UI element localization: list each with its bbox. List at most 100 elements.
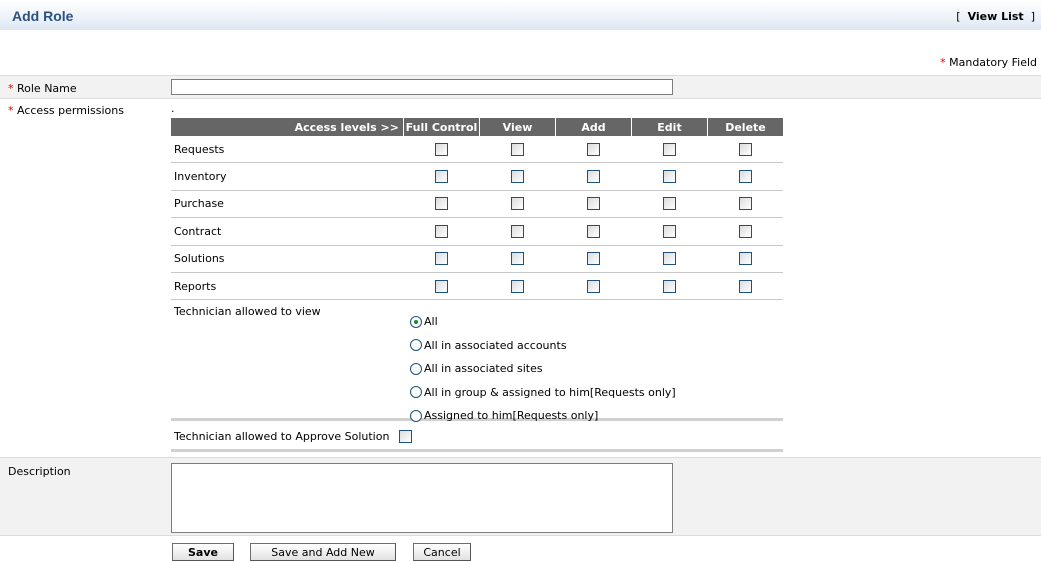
permission-cell — [403, 142, 479, 156]
add-checkbox[interactable] — [586, 142, 600, 156]
permission-cell — [707, 279, 783, 293]
permission-row: Reports — [171, 273, 783, 301]
edit-checkbox[interactable] — [662, 224, 676, 238]
view-checkbox[interactable] — [510, 224, 524, 238]
save-button[interactable]: Save — [172, 543, 234, 561]
permission-cell — [707, 170, 783, 184]
permission-cell — [479, 142, 555, 156]
permission-cell — [403, 224, 479, 238]
view-checkbox[interactable] — [510, 197, 524, 211]
approve-solution-row: Technician allowed to Approve Solution — [171, 424, 783, 452]
technician-view-option-label: All — [424, 315, 438, 329]
technician-view-option[interactable]: All in associated sites — [410, 357, 676, 381]
approve-solution-label: Technician allowed to Approve Solution — [174, 430, 390, 443]
radio-button[interactable] — [410, 386, 422, 399]
edit-checkbox[interactable] — [662, 197, 676, 211]
technician-view-option[interactable]: All in associated accounts — [410, 334, 676, 358]
permission-row: Requests — [171, 136, 783, 164]
full-control-checkbox[interactable] — [434, 170, 448, 184]
page-title: Add Role — [12, 8, 74, 24]
permission-row: Contract — [171, 218, 783, 246]
permission-cell — [707, 252, 783, 266]
edit-checkbox[interactable] — [662, 170, 676, 184]
view-checkbox[interactable] — [510, 170, 524, 184]
delete-checkbox[interactable] — [738, 197, 752, 211]
mandatory-field-text: Mandatory Field — [949, 56, 1037, 69]
radio-button[interactable] — [410, 339, 422, 352]
cancel-button[interactable]: Cancel — [413, 543, 471, 561]
full-control-checkbox[interactable] — [434, 142, 448, 156]
permission-cell — [403, 252, 479, 266]
access-dot: . — [171, 102, 175, 115]
permission-cell — [631, 170, 707, 184]
role-name-row: * Role Name — [0, 75, 1041, 99]
permission-cell — [555, 279, 631, 293]
technician-view-option[interactable]: All in group & assigned to him[Requests … — [410, 381, 676, 405]
delete-checkbox[interactable] — [738, 252, 752, 266]
radio-button[interactable] — [410, 409, 422, 422]
add-checkbox[interactable] — [586, 252, 600, 266]
permission-cell — [555, 170, 631, 184]
permission-row-label: Inventory — [174, 170, 227, 184]
edit-checkbox[interactable] — [662, 252, 676, 266]
view-checkbox[interactable] — [510, 279, 524, 293]
radio-button[interactable] — [410, 315, 422, 328]
column-header-edit: Edit — [631, 118, 707, 136]
permission-cell — [555, 224, 631, 238]
view-checkbox[interactable] — [510, 142, 524, 156]
page-header: Add Role [ View List ] — [0, 0, 1041, 30]
add-checkbox[interactable] — [586, 224, 600, 238]
permission-cell — [707, 142, 783, 156]
mandatory-field-note: * Mandatory Field — [940, 56, 1037, 69]
permission-cell — [479, 279, 555, 293]
column-header-add: Add — [555, 118, 631, 136]
view-list-link[interactable]: View List — [968, 10, 1024, 23]
permission-cell — [555, 197, 631, 211]
view-checkbox[interactable] — [510, 252, 524, 266]
access-table-header: Access levels >> Full Control View Add E… — [171, 118, 783, 136]
column-header-full-control: Full Control — [403, 118, 479, 136]
add-checkbox[interactable] — [586, 279, 600, 293]
full-control-checkbox[interactable] — [434, 279, 448, 293]
permission-cell — [631, 224, 707, 238]
delete-checkbox[interactable] — [738, 170, 752, 184]
permission-cell — [555, 142, 631, 156]
full-control-checkbox[interactable] — [434, 252, 448, 266]
technician-view-option-label: Assigned to him[Requests only] — [424, 409, 599, 423]
permission-cell — [479, 252, 555, 266]
access-permissions-label-text: Access permissions — [17, 104, 124, 117]
permission-cell — [555, 252, 631, 266]
permission-row: Solutions — [171, 246, 783, 273]
technician-view-section: Technician allowed to view All All in ass… — [171, 301, 783, 423]
permission-cell — [479, 170, 555, 184]
bracket-close: ] — [1030, 10, 1035, 23]
role-name-input[interactable] — [171, 79, 673, 95]
delete-checkbox[interactable] — [738, 279, 752, 293]
permission-cell — [403, 197, 479, 211]
permission-row-label: Requests — [174, 142, 225, 156]
technician-view-option-label: All in group & assigned to him[Requests … — [424, 385, 676, 399]
permission-row: Purchase — [171, 191, 783, 219]
delete-checkbox[interactable] — [738, 224, 752, 238]
full-control-checkbox[interactable] — [434, 224, 448, 238]
approve-solution-checkbox[interactable] — [399, 430, 413, 443]
permission-cell — [631, 142, 707, 156]
edit-checkbox[interactable] — [662, 142, 676, 156]
description-textarea[interactable] — [171, 463, 673, 533]
bracket-open: [ — [956, 10, 961, 23]
technician-view-option[interactable]: All — [410, 310, 676, 334]
permission-cell — [631, 252, 707, 266]
edit-checkbox[interactable] — [662, 279, 676, 293]
add-checkbox[interactable] — [586, 197, 600, 211]
permission-cell — [403, 170, 479, 184]
permission-cell — [631, 279, 707, 293]
full-control-checkbox[interactable] — [434, 197, 448, 211]
permission-row-label: Purchase — [174, 197, 224, 211]
delete-checkbox[interactable] — [738, 142, 752, 156]
radio-button[interactable] — [410, 362, 422, 375]
access-permissions-label: * Access permissions — [8, 104, 124, 117]
save-and-add-new-button[interactable]: Save and Add New — [250, 543, 396, 561]
description-label: Description — [8, 465, 71, 478]
column-header-delete: Delete — [707, 118, 783, 136]
add-checkbox[interactable] — [586, 170, 600, 184]
